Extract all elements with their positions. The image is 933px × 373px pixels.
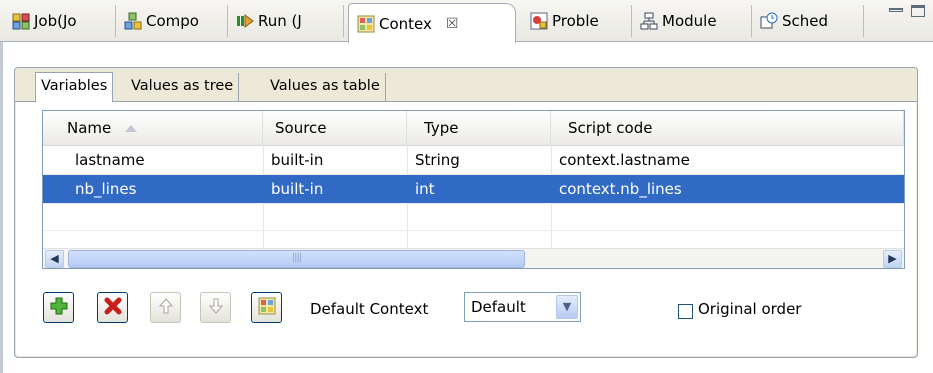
view-border — [0, 42, 3, 373]
window-controls — [889, 5, 925, 17]
scroll-grip: |||| — [291, 252, 303, 263]
run-icon — [236, 12, 254, 30]
table-header: Name Source Type Script code — [43, 111, 904, 146]
modules-icon — [640, 12, 658, 30]
view-tab-label: Compo — [146, 12, 199, 30]
view-tab-label: Sched — [782, 12, 829, 30]
table-row-selected[interactable]: nb_lines built-in int context.nb_lines — [43, 175, 904, 204]
context-icon — [258, 297, 276, 319]
tab-values-as-table[interactable]: Values as table — [265, 73, 386, 101]
scroll-left-icon[interactable]: ◀ — [45, 250, 64, 268]
cell-script-code: context.nb_lines — [559, 180, 682, 198]
horizontal-scrollbar[interactable]: ◀ |||| ▶ — [43, 248, 904, 268]
chevron-down-icon[interactable]: ▼ — [556, 295, 578, 319]
scrollbar-thumb[interactable]: |||| — [68, 250, 525, 268]
tab-values-as-tree[interactable]: Values as tree — [126, 73, 240, 101]
cell-script-code: context.lastname — [559, 151, 690, 169]
column-header-source[interactable]: Source — [263, 111, 407, 146]
remove-variable-button[interactable] — [97, 292, 128, 323]
minimize-icon[interactable] — [889, 8, 903, 12]
view-tab-label: Module — [662, 12, 717, 30]
manage-contexts-button[interactable] — [251, 292, 282, 323]
context-icon — [357, 15, 375, 33]
column-header-name[interactable]: Name — [43, 111, 263, 146]
view-tab-scheduler[interactable]: Sched — [752, 5, 864, 37]
view-tab-label: Proble — [552, 12, 599, 30]
view-tab-context[interactable]: Contex ☒ — [348, 3, 516, 43]
tab-variables[interactable]: Variables — [35, 72, 114, 102]
view-tab-label: Job(Jo — [34, 12, 77, 30]
table-row-empty — [43, 204, 904, 231]
default-context-select[interactable]: Default ▼ — [464, 292, 581, 322]
view-tab-label: Contex — [379, 14, 432, 33]
arrow-down-icon — [207, 297, 225, 319]
default-context-label: Default Context — [310, 300, 429, 318]
view-tab-modules[interactable]: Module — [632, 5, 752, 37]
view-tab-problems[interactable]: Proble — [522, 5, 632, 37]
cell-source: built-in — [271, 151, 324, 169]
view-tab-job[interactable]: Job(Jo — [4, 5, 116, 37]
sort-ascending-icon — [125, 125, 138, 132]
problems-icon — [530, 12, 548, 30]
tab-divider — [15, 101, 917, 102]
variables-table: Name Source Type Script code lastname bu… — [42, 110, 905, 269]
table-row[interactable]: lastname built-in String context.lastnam… — [43, 146, 904, 175]
view-tab-run[interactable]: Run (J — [228, 5, 344, 37]
move-down-button[interactable] — [200, 292, 231, 323]
cell-source: built-in — [271, 180, 324, 198]
scroll-right-icon[interactable]: ▶ — [883, 250, 902, 268]
column-header-script-code[interactable]: Script code — [551, 111, 904, 146]
view-tab-component[interactable]: Compo — [116, 5, 228, 37]
original-order-label: Original order — [698, 300, 802, 318]
close-icon[interactable]: ☒ — [446, 16, 459, 32]
add-variable-button[interactable] — [43, 292, 74, 323]
column-header-type[interactable]: Type — [407, 111, 551, 146]
job-icon — [12, 12, 30, 30]
view-tab-bar: Job(Jo Compo Run (J Contex ☒ Proble Modu… — [0, 0, 933, 43]
maximize-icon[interactable] — [911, 5, 925, 17]
cell-type: int — [415, 180, 435, 198]
scheduler-icon — [760, 12, 778, 30]
original-order-checkbox[interactable] — [678, 304, 693, 319]
delete-icon — [104, 297, 122, 319]
cell-name: lastname — [75, 151, 145, 169]
component-icon — [124, 12, 142, 30]
selected-context-value: Default — [471, 298, 526, 316]
cell-name: nb_lines — [75, 180, 137, 198]
arrow-up-icon — [157, 297, 175, 319]
view-tab-label: Run (J — [258, 12, 302, 30]
plus-icon — [50, 297, 68, 319]
move-up-button[interactable] — [150, 292, 181, 323]
cell-type: String — [415, 151, 460, 169]
